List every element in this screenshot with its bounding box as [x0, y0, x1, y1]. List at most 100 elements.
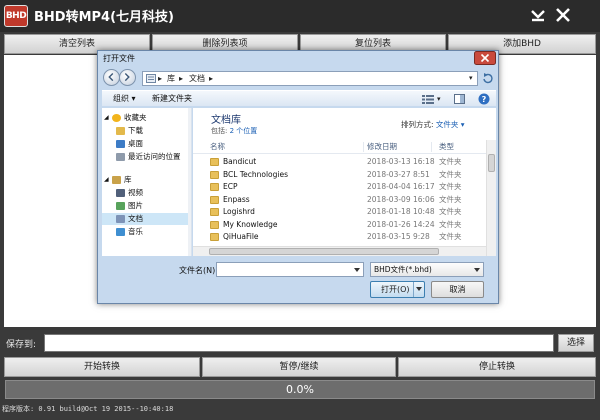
nav-item-label: 文档	[128, 214, 143, 223]
organize-menu[interactable]: 组织 ▾	[113, 91, 136, 107]
nav-item[interactable]: 文档	[102, 213, 188, 225]
file-type: 文件夹	[439, 194, 462, 204]
horizontal-scrollbar[interactable]	[193, 246, 486, 256]
filename-dropdown-icon[interactable]	[354, 268, 360, 272]
browse-button[interactable]: 选择	[558, 334, 594, 352]
picture-icon	[116, 202, 125, 210]
arrange-by: 排列方式: 文件夹 ▾	[401, 120, 465, 129]
breadcrumb-documents[interactable]: 文档	[189, 72, 205, 85]
open-split-dropdown[interactable]	[413, 282, 425, 297]
open-file-dialog: 打开文件 ▸ 库 ▸ 文档 ▸ ▾ 组织 ▾ 新建文件夹 ▾ ? 收藏夹 ◢ 下…	[97, 50, 499, 304]
help-icon[interactable]: ?	[478, 93, 490, 105]
file-row[interactable]: Enpass 2018-03-09 16:06 文件夹	[193, 194, 486, 206]
file-date: 2018-03-09 16:06	[367, 194, 435, 204]
file-row[interactable]: ECP 2018-04-04 16:17 文件夹	[193, 181, 486, 193]
download-folder-icon	[116, 127, 125, 135]
file-type: 文件夹	[439, 169, 462, 179]
file-row[interactable]: Logishrd 2018-01-18 10:48 文件夹	[193, 206, 486, 218]
file-type: 文件夹	[439, 232, 462, 241]
library-icon	[112, 176, 121, 184]
nav-scrollbar[interactable]	[188, 108, 191, 256]
view-dropdown-icon[interactable]: ▾	[437, 91, 441, 107]
minimize-icon[interactable]	[528, 5, 548, 25]
stop-convert-button[interactable]: 停止转换	[398, 357, 596, 377]
file-date: 2018-03-27 8:51	[367, 169, 430, 179]
video-icon	[116, 189, 125, 197]
expand-arrow-icon[interactable]: ◢	[104, 112, 109, 124]
progress-text: 0.0%	[286, 383, 314, 396]
vertical-scrollbar[interactable]	[486, 140, 496, 256]
library-includes: 包括: 2 个位置	[211, 127, 258, 135]
nav-item[interactable]: 图片	[102, 200, 188, 212]
folder-icon	[210, 220, 219, 229]
locations-link[interactable]: 2 个位置	[230, 127, 258, 135]
nav-item[interactable]: 最近访问的位置	[102, 151, 188, 163]
view-options-icon[interactable]	[422, 95, 434, 104]
nav-item-label: 音乐	[128, 227, 143, 236]
filetype-dropdown-icon[interactable]	[474, 268, 480, 272]
dialog-close-icon[interactable]	[474, 51, 496, 65]
file-row[interactable]: BCL Technologies 2018-03-27 8:51 文件夹	[193, 169, 486, 181]
filetype-select[interactable]: BHD文件(*.bhd)	[370, 262, 484, 277]
refresh-icon[interactable]	[481, 71, 495, 86]
file-date: 2018-03-15 9:28	[367, 232, 430, 241]
filename-input[interactable]	[216, 262, 364, 277]
new-folder-button[interactable]: 新建文件夹	[152, 91, 192, 107]
save-to-label: 保存到:	[6, 340, 37, 350]
recent-places-icon	[116, 153, 125, 161]
preview-pane-icon[interactable]	[454, 94, 465, 104]
nav-item-label: 下载	[128, 126, 143, 135]
library-icon	[146, 74, 156, 83]
file-name: Logishrd	[223, 207, 255, 216]
nav-item-label: 图片	[128, 201, 143, 210]
folder-icon	[210, 208, 219, 216]
open-button[interactable]: 打开(O)	[370, 281, 425, 298]
address-dropdown-icon[interactable]: ▾	[469, 72, 473, 85]
nav-item-label: 收藏夹	[124, 113, 147, 122]
pause-resume-button[interactable]: 暂停/继续	[202, 357, 396, 377]
col-name[interactable]: 名称	[210, 140, 225, 154]
save-path-input[interactable]	[44, 334, 554, 352]
expand-arrow-icon[interactable]: ◢	[104, 174, 109, 186]
app-logo: BHD	[4, 5, 28, 27]
address-bar[interactable]: ▸ 库 ▸ 文档 ▸ ▾	[142, 71, 478, 86]
file-name: BCL Technologies	[223, 169, 288, 179]
action-row: 开始转换 暂停/继续 停止转换	[0, 357, 600, 377]
start-convert-button[interactable]: 开始转换	[4, 357, 200, 377]
breadcrumb-library[interactable]: 库	[167, 72, 175, 85]
folder-icon	[210, 233, 219, 241]
file-row[interactable]: My Knowledge 2018-01-26 14:24 文件夹	[193, 219, 486, 231]
nav-item[interactable]: 收藏夹 ◢	[102, 112, 188, 124]
col-type[interactable]: 类型	[439, 140, 454, 154]
progress-bar: 0.0%	[5, 380, 595, 399]
file-browser: 文档库 包括: 2 个位置 排列方式: 文件夹 ▾ 名称 修改日期 类型 Ban…	[193, 108, 496, 256]
nav-item-label: 最近访问的位置	[128, 152, 181, 161]
file-name: Enpass	[223, 194, 250, 204]
document-icon	[116, 215, 125, 223]
star-icon	[112, 114, 121, 122]
folder-icon	[210, 170, 219, 179]
nav-item[interactable]: 下载	[102, 125, 188, 137]
forward-icon[interactable]	[119, 69, 136, 86]
status-bar: 程序版本: 0.91 build@Oct 19 2015--10:40:18	[2, 405, 174, 413]
nav-item[interactable]: 库 ◢	[102, 174, 188, 186]
nav-item[interactable]: 桌面	[102, 138, 188, 150]
file-name: My Knowledge	[223, 219, 278, 229]
navigation-pane: 收藏夹 ◢ 下载桌面最近访问的位置库 ◢ 视频图片文档音乐	[102, 108, 192, 256]
close-icon[interactable]	[553, 5, 573, 25]
file-row[interactable]: Bandicut 2018-03-13 16:18 文件夹	[193, 156, 486, 168]
arrange-by-dropdown[interactable]: 文件夹 ▾	[436, 120, 465, 129]
filename-label: 文件名(N):	[179, 266, 218, 275]
file-date: 2018-04-04 16:17	[367, 182, 435, 191]
cancel-button[interactable]: 取消	[431, 281, 484, 298]
command-bar: 组织 ▾ 新建文件夹 ▾ ?	[102, 90, 496, 106]
file-row[interactable]: QiHuaFile 2018-03-15 9:28 文件夹	[193, 231, 486, 243]
file-type: 文件夹	[439, 182, 462, 191]
nav-item[interactable]: 视频	[102, 187, 188, 199]
back-icon[interactable]	[103, 69, 120, 86]
file-type: 文件夹	[439, 219, 462, 229]
col-modified[interactable]: 修改日期	[367, 140, 397, 154]
nav-item[interactable]: 音乐	[102, 226, 188, 238]
dialog-title: 打开文件	[103, 54, 135, 63]
nav-item-label: 桌面	[128, 139, 143, 148]
